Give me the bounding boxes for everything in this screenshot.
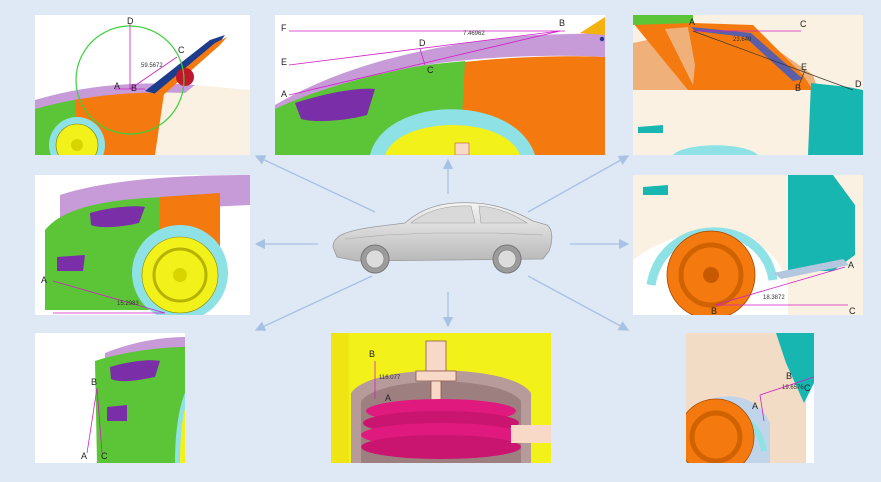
label-b: B xyxy=(369,349,375,359)
label-a: A xyxy=(752,401,758,411)
label-b: B xyxy=(131,83,137,93)
measure-value: 18.3872 xyxy=(763,295,785,301)
label-a: A xyxy=(281,89,287,99)
measure-value: 59.5672 xyxy=(141,63,163,69)
measure-value: 19.6576 xyxy=(782,385,804,391)
label-a: A xyxy=(41,275,47,285)
label-a: A xyxy=(848,260,854,270)
measure-value: 7.46962 xyxy=(463,31,485,37)
measure-value: 116.077 xyxy=(379,375,401,381)
label-c: C xyxy=(849,306,856,315)
label-a: A xyxy=(81,451,87,461)
label-c: C xyxy=(427,65,434,75)
panel-bottom-right: B A C 19.6576 xyxy=(686,333,814,463)
label-c: C xyxy=(178,45,185,55)
diagram-stage: D C A B 59.5672 F B E D C A 7.46962 A C … xyxy=(0,0,881,482)
panel-bottom-left: B A C xyxy=(35,333,185,463)
label-d: D xyxy=(419,38,426,48)
label-b: B xyxy=(711,306,717,315)
measure-value: 23.649 xyxy=(733,37,752,43)
label-b: B xyxy=(559,18,565,28)
label-b: B xyxy=(786,371,792,381)
label-c: C xyxy=(101,451,108,461)
label-b: B xyxy=(91,377,97,387)
label-e: E xyxy=(801,62,807,72)
measure-value: 15.2983 xyxy=(117,301,139,307)
panel-bottom-center: B A 116.077 xyxy=(331,333,551,463)
label-f: F xyxy=(281,23,287,33)
panel-mid-right: A B C 18.3872 xyxy=(633,175,863,315)
panel-top-center: F B E D C A 7.46962 xyxy=(275,15,605,155)
label-a: A xyxy=(385,393,391,403)
label-a: A xyxy=(689,17,695,27)
panel-top-left: D C A B 59.5672 xyxy=(35,15,250,155)
label-e: E xyxy=(281,57,287,67)
center-car-model xyxy=(332,202,553,274)
label-d: D xyxy=(855,79,862,89)
panel-mid-left: A 15.2983 xyxy=(35,175,250,315)
label-c: C xyxy=(800,19,807,29)
label-c: C xyxy=(804,383,811,393)
label-b: B xyxy=(795,83,801,93)
panel-top-right: A C E D B 23.649 xyxy=(633,15,863,155)
label-d: D xyxy=(127,16,134,26)
label-a: A xyxy=(114,81,120,91)
